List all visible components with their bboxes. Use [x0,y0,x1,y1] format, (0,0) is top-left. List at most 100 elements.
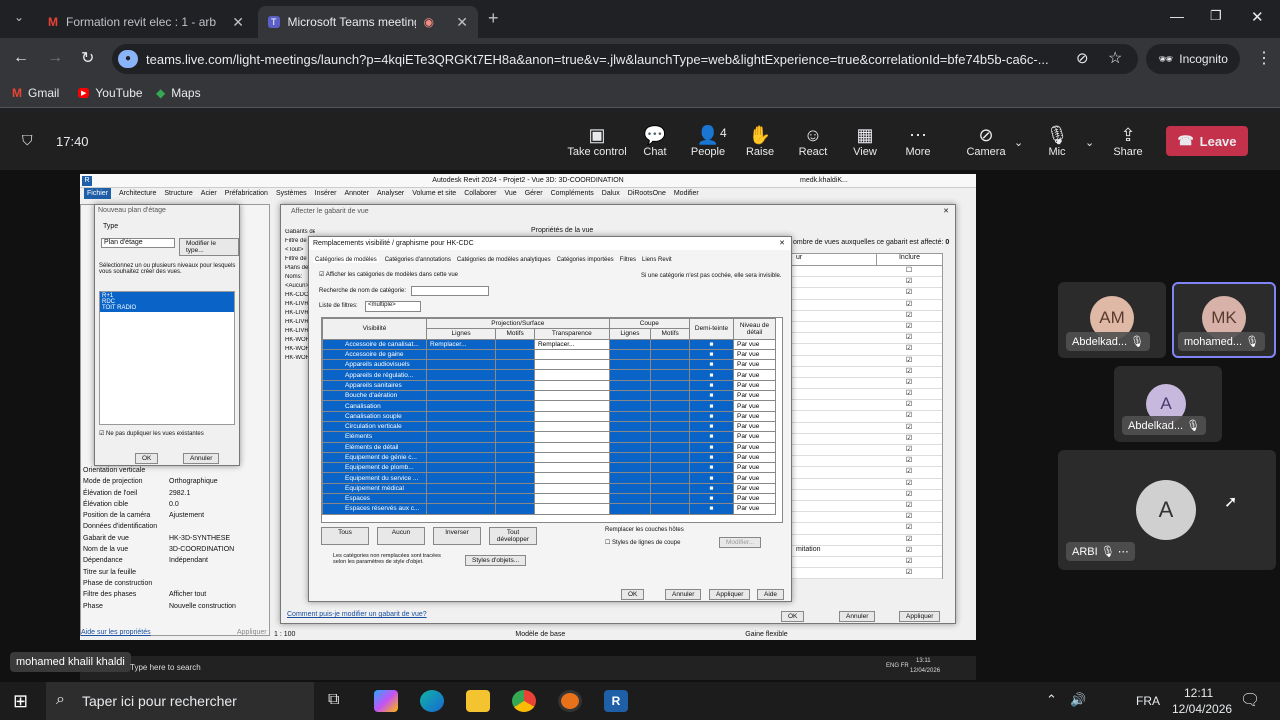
participant-tile-speaking[interactable]: MK mohamed... 🎙 [1172,282,1276,358]
language-indicator[interactable]: FRA [1136,694,1160,708]
ribbon-tab[interactable]: Structure [164,188,192,199]
ribbon-tab[interactable]: Systèmes [276,188,307,199]
transparency-cell[interactable] [533,390,610,402]
plan-cancel-button[interactable]: Annuler [183,453,220,464]
include-checkbox[interactable]: ☑ [876,356,942,366]
cut-lines-cell[interactable] [608,338,652,350]
projection-patterns-cell[interactable] [495,451,535,464]
template-row[interactable]: ☑ [792,367,942,378]
bookmark-star-icon[interactable]: ☆ [1108,48,1122,68]
tab-teams[interactable]: T Microsoft Teams meeting | ◉ ✕ [258,6,478,38]
category-name[interactable]: Eléments [322,431,427,443]
include-checkbox[interactable]: ☑ [876,423,942,433]
category-row[interactable]: Circulation verticale ■ Par vue [322,420,776,433]
transparency-cell[interactable] [533,482,610,495]
level-item[interactable]: TOIT RADIO [102,305,232,311]
ribbon-tab[interactable]: Annoter [344,188,369,199]
bookmark-youtube[interactable]: ▶ YouTube [78,86,143,100]
projection-lines-cell[interactable] [425,379,497,392]
projection-lines-cell[interactable] [425,420,497,433]
template-help-link[interactable]: Comment puis-je modifier un gabarit de v… [287,611,427,618]
projection-lines-cell[interactable] [425,390,497,402]
include-checkbox[interactable]: ☑ [876,277,942,287]
edit-type-button[interactable]: Modifier le type... [179,238,239,256]
projection-lines-cell[interactable] [425,493,497,505]
mic-options-icon[interactable]: ⌄ [1085,136,1094,149]
property-row[interactable]: Mode de projection Orthographique [83,476,269,487]
detail-level-cell[interactable]: Par vue [733,369,776,381]
vg-all-button[interactable]: Tous [321,527,369,545]
template-row[interactable]: ☑ [792,333,942,345]
transparency-cell[interactable] [533,451,610,464]
projection-patterns-cell[interactable] [495,369,535,381]
edge-icon[interactable] [420,690,444,712]
template-row[interactable]: ☑ [792,479,942,490]
detail-level-cell[interactable]: Par vue [733,472,776,484]
browser-menu-icon[interactable]: ⋮ [1256,48,1272,68]
include-checkbox[interactable]: ☑ [876,490,942,500]
site-info-icon[interactable]: ● [118,50,138,68]
projection-lines-cell[interactable] [425,451,497,464]
cut-patterns-cell[interactable] [650,493,690,505]
template-row[interactable]: ☑ [792,456,942,468]
category-row[interactable]: Bouche d'aération ■ Par vue [322,390,776,402]
template-row[interactable]: ☑ [792,356,942,367]
template-row[interactable]: ☑ [792,300,942,311]
ribbon-tab[interactable]: Vue [505,188,517,199]
ribbon-tab[interactable]: DiRootsOne [628,188,666,199]
transparency-cell[interactable] [533,410,610,422]
category-row[interactable]: Accessoire de canalisat... Remplacer... Re… [322,338,776,350]
cut-lines-cell[interactable] [608,462,652,474]
category-row[interactable]: Espaces réservés aux c... ■ Par vue [322,503,776,515]
close-icon[interactable]: ✕ [943,207,949,215]
camera-button[interactable]: ⊘ Camera [954,124,1018,158]
ribbon-tab[interactable]: Architecture [119,188,156,199]
projection-lines-cell[interactable] [425,431,497,443]
cut-lines-cell[interactable] [608,390,652,402]
vg-expand-button[interactable]: Tout développer [489,527,537,545]
bookmark-gmail[interactable]: M Gmail [12,86,59,100]
template-row[interactable]: ☑ [792,423,942,434]
cut-patterns-cell[interactable] [650,482,690,495]
template-row[interactable]: ☑ [792,501,942,513]
ribbon-tab[interactable]: Préfabrication [225,188,268,199]
cut-patterns-cell[interactable] [650,451,690,464]
category-row[interactable]: Appareils audiovisuels ■ Par vue [322,359,776,371]
bookmark-maps[interactable]: ◆ Maps [156,86,201,100]
clock-time[interactable]: 12:11 [1184,686,1213,700]
projection-patterns-cell[interactable] [495,420,535,433]
template-row[interactable]: ☑ [792,445,942,457]
transparency-cell[interactable] [533,493,610,505]
projection-lines-cell[interactable] [425,441,497,453]
include-checkbox[interactable]: ☑ [876,378,942,388]
template-ok-button[interactable]: OK [781,611,805,622]
template-row[interactable]: ☑ [792,277,942,289]
include-checkbox[interactable]: ☑ [876,333,942,343]
address-bar[interactable]: ● teams.live.com/light-meetings/launch?p… [112,44,1138,74]
property-row[interactable]: Données d'identification [83,521,269,532]
leave-button[interactable]: ☎ Leave [1166,126,1248,156]
vg-tab[interactable]: Filtres [620,257,636,263]
vg-cancel-button[interactable]: Annuler [665,589,702,600]
transparency-cell[interactable] [533,369,610,381]
cut-patterns-cell[interactable] [650,420,690,433]
projection-patterns-cell[interactable] [495,431,535,443]
properties-apply-button[interactable]: Appliquer [237,629,267,636]
notifications-icon[interactable]: 🗨 [1240,690,1260,710]
ribbon-tab[interactable]: Modifier [674,188,699,199]
cut-lines-cell[interactable] [608,369,652,381]
projection-lines-cell[interactable] [425,348,497,361]
transparency-cell[interactable] [533,503,610,515]
cut-patterns-cell[interactable] [650,410,690,422]
category-name[interactable]: Canalisation souple [322,410,427,422]
projection-patterns-cell[interactable] [495,503,535,515]
cut-patterns-cell[interactable] [650,379,690,392]
category-name[interactable]: Bouche d'aération [322,390,427,402]
cut-patterns-cell[interactable] [650,369,690,381]
halftone-cell[interactable]: ■ [689,451,734,464]
cut-lines-cell[interactable] [608,441,652,453]
category-row[interactable]: Equipement médical ■ Par vue [322,482,776,495]
projection-patterns-cell[interactable] [495,493,535,505]
template-row[interactable]: ☑ [792,512,942,524]
transparency-cell[interactable] [533,441,610,453]
